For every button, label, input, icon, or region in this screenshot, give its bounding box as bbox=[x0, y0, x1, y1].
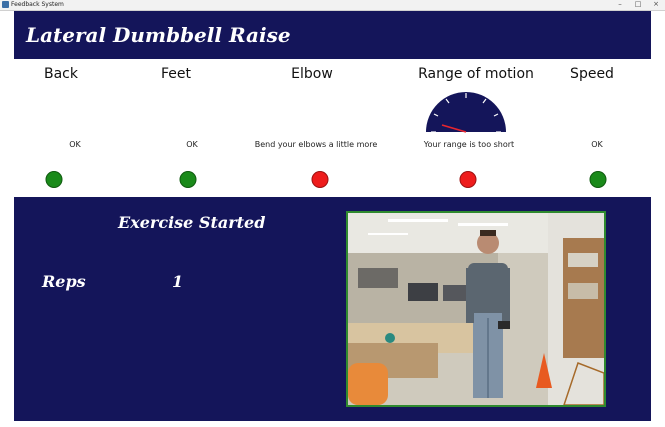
exercise-status: Exercise Started bbox=[118, 213, 266, 232]
exercise-header: Lateral Dumbbell Raise bbox=[14, 11, 651, 59]
metric-status-elbow: Bend your elbows a little more bbox=[254, 140, 378, 149]
minimize-icon[interactable]: – bbox=[612, 0, 628, 9]
app-icon bbox=[2, 1, 9, 8]
metric-label-back: Back bbox=[44, 66, 78, 82]
metric-status-range-of-motion: Your range is too short bbox=[423, 140, 515, 149]
reps-count: 1 bbox=[172, 272, 184, 291]
metric-label-feet: Feet bbox=[160, 66, 192, 82]
session-panel: Exercise Started Reps 1 bbox=[14, 197, 651, 421]
window-titlebar: Feedback System – □ × bbox=[0, 0, 665, 11]
exercise-title: Lateral Dumbbell Raise bbox=[26, 23, 291, 47]
metric-status-feet: OK bbox=[186, 140, 198, 149]
status-light-back bbox=[45, 171, 63, 188]
status-light-feet bbox=[179, 171, 197, 188]
feedback-metrics: Back Feet Elbow Range of motion Speed OK… bbox=[14, 59, 651, 197]
metric-label-speed: Speed bbox=[570, 66, 614, 82]
status-light-range-of-motion bbox=[459, 171, 477, 188]
metric-label-elbow: Elbow bbox=[291, 66, 333, 82]
close-icon[interactable]: × bbox=[648, 0, 664, 9]
status-light-elbow bbox=[311, 171, 329, 188]
range-gauge-icon bbox=[426, 92, 506, 133]
maximize-icon[interactable]: □ bbox=[630, 0, 646, 9]
status-light-speed bbox=[589, 171, 607, 188]
metric-status-speed: OK bbox=[591, 140, 603, 149]
metric-label-range-of-motion: Range of motion bbox=[418, 66, 534, 82]
camera-feed bbox=[346, 211, 606, 407]
camera-image bbox=[348, 213, 604, 405]
reps-label: Reps bbox=[42, 272, 86, 291]
window-title: Feedback System bbox=[11, 1, 64, 8]
metric-status-back: OK bbox=[69, 140, 81, 149]
